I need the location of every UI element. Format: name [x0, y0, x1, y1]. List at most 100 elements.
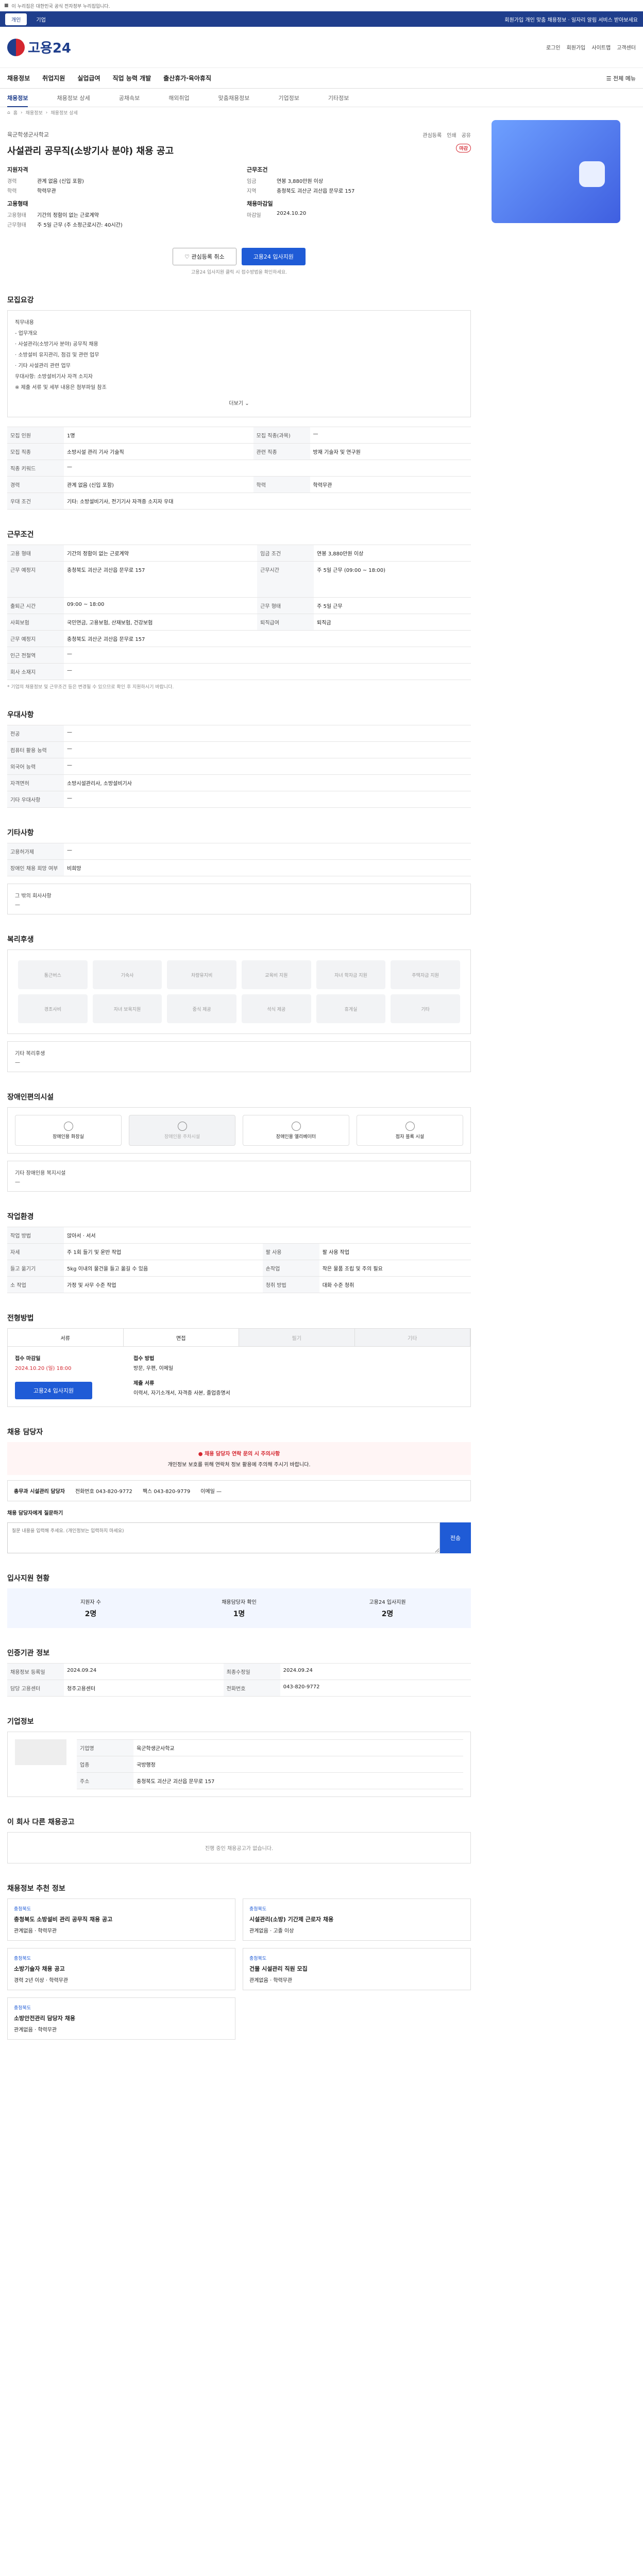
- table-row: 고용허가제 —: [7, 843, 471, 860]
- more-button[interactable]: 더보기 ⌄: [15, 399, 463, 406]
- nav-item-support[interactable]: 취업지원: [42, 74, 65, 82]
- nav-item-training[interactable]: 직업 능력 개발: [113, 74, 151, 82]
- description-line: · 소방설비 유지관리, 점검 및 관련 업무: [15, 352, 99, 358]
- table-key: 팔 사용: [262, 1243, 319, 1260]
- table-value: —: [64, 843, 471, 860]
- table-key: 장애인 채용 희망 여부: [7, 859, 64, 876]
- summary-row: 근무형태 주 5일 근무 (주 소정근로시간: 40시간): [7, 221, 231, 228]
- welfare-item: 자녀 학자금 지원: [316, 960, 386, 989]
- bookmark-cancel-button[interactable]: ♡ 관심등록 취소: [173, 248, 236, 265]
- recommend-card[interactable]: 충청북도 건물 시설관리 직원 모집 관계없음 · 학력무관: [243, 1948, 471, 1990]
- table-row: 작업 방법 앉아서 · 서서: [7, 1227, 471, 1244]
- table-value: —: [64, 663, 471, 680]
- stat-value: 2명: [381, 1610, 394, 1618]
- process-step: 면접: [124, 1329, 239, 1346]
- summary-row: 고용형태 기간의 정함이 없는 근로계약: [7, 211, 231, 218]
- summary-value: 기간의 정함이 없는 근로계약: [37, 213, 99, 218]
- summary-key: 고용형태: [7, 213, 26, 218]
- table-value: 가정 및 사무 수준 작업: [64, 1276, 263, 1293]
- inquiry-input[interactable]: [7, 1522, 440, 1553]
- ad-banner[interactable]: [492, 120, 620, 223]
- summary-row: 임금 연봉 3,880만원 이상: [247, 177, 471, 184]
- tab-company[interactable]: 기업: [30, 13, 52, 25]
- welfare-item: 자녀 보육지원: [92, 994, 162, 1023]
- table-value: 소방시설 관리 기사 기술직: [64, 443, 253, 460]
- share-button[interactable]: 공유: [462, 131, 471, 139]
- summary-row: 마감일 2024.10.20: [247, 211, 471, 218]
- card-tag: 충청북도: [14, 2006, 31, 2011]
- company-line: 육군학생군사학교 관심등록 인쇄 공유: [7, 130, 471, 139]
- job-summary: 지원자격 경력 관계 없음 (신입 포함) 학력 학력무관 근무조건 임금 연봉 3,…: [7, 165, 471, 230]
- recommend-card[interactable]: 충청북도 시설관리(소방) 기간제 근로자 채용 관계없음 · 고졸 이상: [243, 1899, 471, 1941]
- subtab-detail[interactable]: 채용정보 상세: [57, 94, 90, 102]
- applicant-stats: 지원자 수 2명 채용담당자 확인 1명 고용24 입사지원 2명: [7, 1588, 471, 1628]
- help-link[interactable]: 고객센터: [617, 43, 636, 51]
- inquiry-label: 채용 담당자에게 질문하기: [7, 1511, 63, 1516]
- table-value: 1명: [64, 427, 253, 444]
- phone-label: 전화번호: [75, 1489, 94, 1495]
- sitemap-link[interactable]: 사이트맵: [591, 43, 611, 51]
- signup-notice[interactable]: 회원가입 개인 맞춤 채용정보 · 일자리 알림 서비스 받아보세요: [504, 15, 638, 23]
- card-tag: 충청북도: [14, 1907, 31, 1912]
- apply-button-2[interactable]: 고용24 입사지원: [15, 1382, 92, 1399]
- facility-label: 점자 블록 시설: [395, 1134, 425, 1140]
- all-menu-button[interactable]: ☰ 전체 메뉴: [606, 74, 636, 82]
- table-row: 주소 충청북도 괴산군 괴산읍 문무로 157: [77, 1772, 463, 1789]
- table-row: 경력 관계 없음 (신입 포함) 학력 학력무관: [7, 476, 471, 493]
- section-title: 장애인편의시설: [7, 1093, 54, 1101]
- recommend-card[interactable]: 충청북도 소방기술자 채용 공고 경력 2년 이상 · 학력무관: [7, 1948, 235, 1990]
- subtab-jobs[interactable]: 채용정보: [7, 94, 28, 107]
- inquiry-send-button[interactable]: 전송: [440, 1522, 471, 1553]
- alert-title: ● 채용 담당자 연락 문의 시 주의사항: [14, 1449, 464, 1457]
- table-value: 대화 수준 청취: [319, 1276, 471, 1293]
- home-icon[interactable]: ⌂: [7, 110, 10, 115]
- table-value: 육군학생군사학교: [133, 1739, 463, 1756]
- subtab-custom[interactable]: 맞춤채용정보: [218, 94, 250, 102]
- welfare-item: 차량유지비: [167, 960, 236, 989]
- subtab-company[interactable]: 기업정보: [278, 94, 299, 102]
- description-line: ※ 제출 서류 및 세부 내용은 첨부파일 참조: [15, 385, 107, 391]
- login-link[interactable]: 로그인: [546, 43, 561, 51]
- facility-item: 장애인용 엘리베이터: [243, 1115, 349, 1146]
- bookmark-button[interactable]: 관심등록: [422, 131, 442, 139]
- card-tag: 충청북도: [249, 1907, 267, 1912]
- summary-heading: 지원자격: [7, 166, 28, 173]
- signup-link[interactable]: 회원가입: [567, 43, 586, 51]
- apply-deadline-label: 접수 마감일: [15, 1356, 41, 1362]
- tab-personal[interactable]: 개인: [5, 13, 27, 25]
- site-logo[interactable]: 고용24: [7, 38, 71, 57]
- nav-item-jobs[interactable]: 채용정보: [7, 74, 30, 82]
- subtab-news[interactable]: 공채속보: [119, 94, 140, 102]
- stat-item: 고용24 입사지원 2명: [313, 1598, 462, 1619]
- subtab-etc[interactable]: 기타정보: [328, 94, 349, 102]
- breadcrumb-item[interactable]: 홈: [13, 109, 18, 116]
- subtab-overseas[interactable]: 해외취업: [168, 94, 189, 102]
- card-tag: 충청북도: [249, 1956, 267, 1961]
- apply-button[interactable]: 고용24 입사지원: [241, 248, 306, 265]
- company-name[interactable]: 육군학생군사학교: [7, 130, 49, 139]
- apply-method: 접수 방법 방문, 우편, 이메일 제출 서류 이력서, 자기소개서, 자격증 …: [133, 1354, 230, 1399]
- table-key: 작업 방법: [7, 1227, 64, 1244]
- welfare-item: 기숙사: [92, 960, 162, 989]
- table-key: 컴퓨터 활용 능력: [7, 741, 64, 758]
- recommend-card[interactable]: 충청북도 충청북도 소방설비 관리 공무직 채용 공고 관계없음 · 학력무관: [7, 1899, 235, 1941]
- card-meta: 관계없음 · 학력무관: [249, 1978, 293, 1984]
- breadcrumb-item[interactable]: 채용정보: [26, 109, 43, 116]
- table-key: 학력: [253, 476, 310, 493]
- welfare-item: 통근버스: [18, 960, 88, 989]
- recommend-card[interactable]: 충청북도 소방안전관리 담당자 채용 관계없음 · 학력무관: [7, 1997, 235, 2040]
- table-row: 모집 직종 소방시설 관리 기사 기술직 관련 직종 방재 기술자 및 연구원: [7, 443, 471, 460]
- apply-deadline: 접수 마감일 2024.10.20 (일) 18:00 고용24 입사지원: [15, 1354, 118, 1399]
- table-value: 방재 기술자 및 연구원: [310, 443, 471, 460]
- nav-item-leave[interactable]: 출산휴가·육아휴직: [163, 74, 211, 82]
- table-key: 근무 예정지: [7, 561, 64, 598]
- stat-item: 채용담당자 확인 1명: [165, 1598, 313, 1619]
- nav-item-benefit[interactable]: 실업급여: [77, 74, 100, 82]
- summary-value: 연봉 3,880만원 이상: [277, 179, 324, 184]
- print-button[interactable]: 인쇄: [447, 131, 456, 139]
- card-meta: 관계없음 · 고졸 이상: [249, 1928, 294, 1934]
- table-row: 인근 전철역 —: [7, 647, 471, 664]
- table-value: 앉아서 · 서서: [64, 1227, 471, 1244]
- table-key: 전공: [7, 725, 64, 742]
- conditions-table: 고용 형태 기간의 정함이 없는 근로계약 임금 조건 연봉 3,880만원 이상 근…: [7, 545, 471, 680]
